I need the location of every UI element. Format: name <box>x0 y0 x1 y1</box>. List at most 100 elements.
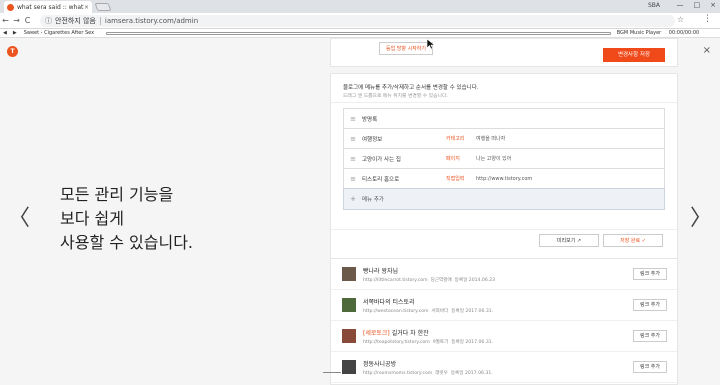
add-link-button[interactable]: 링크 추가 <box>633 268 667 280</box>
drag-handle-icon[interactable]: ≡ <box>344 175 362 183</box>
divider <box>331 229 677 230</box>
menu-subdescription: 드래그 앤 드롭으로 메뉴 위치를 변경할 수 있습니다. <box>343 94 448 99</box>
maximize-icon[interactable]: □ <box>694 1 701 9</box>
blog-url: http://roomsmoms.tistory.com <box>363 371 433 376</box>
prev-slide-icon[interactable]: 〈 <box>8 200 30 232</box>
blog-url: http://littlecarrot.tistory.com <box>363 278 428 283</box>
tistory-logo-icon[interactable]: T <box>7 46 18 57</box>
bookmark-star-icon[interactable]: ☆ <box>677 15 684 24</box>
menu-list: ≡ 방명록 ≡ 여행정보 카테고리 여행을 떠나자 ≡ 고양이가 사는 집 페이… <box>343 108 665 210</box>
admin-intro-page: T × 〈 〉 모든 관리 기능을 보다 쉽게 사용할 수 있습니다. 등업 방… <box>0 38 720 385</box>
blog-thumbnail <box>342 360 356 374</box>
blog-url: http://teapotstory.tistory.com <box>363 340 430 345</box>
new-tab-button[interactable] <box>94 3 112 11</box>
start-tooltip[interactable]: 등업 방향 시작하기 <box>379 42 433 55</box>
song-title: Sweet - Cigarettes After Sex <box>23 30 95 36</box>
next-track-icon[interactable]: ▶ <box>10 30 20 36</box>
blog-name[interactable]: [세로토크] 길거다 차 한잔 <box>363 328 429 337</box>
blog-title: 길거다 차 한잔 <box>391 330 429 337</box>
drag-handle-icon[interactable]: ≡ <box>344 115 362 123</box>
close-icon[interactable]: × <box>703 45 711 56</box>
blog-title: 서쪽바다의 티스토리 <box>363 299 415 306</box>
headline-line-1: 모든 관리 기능을 <box>60 185 174 204</box>
menu-description: 블로그에 메뉴를 추가/삭제하고 순서를 변경할 수 있습니다. <box>343 85 479 91</box>
browser-tab-bar: what sera said :: what s × SBA — □ × <box>0 0 720 13</box>
info-icon[interactable]: ⓘ <box>45 16 52 26</box>
blog-date: 등록일 2014.06.23 <box>454 278 496 283</box>
add-link-button[interactable]: 링크 추가 <box>633 330 667 342</box>
reload-icon[interactable]: C <box>22 16 33 25</box>
music-progress-bar[interactable] <box>105 31 611 35</box>
headline-line-3: 사용할 수 있습니다. <box>60 233 194 252</box>
window-close-icon[interactable]: × <box>710 1 716 9</box>
tistory-favicon-icon <box>7 3 14 11</box>
tab-title: what sera said :: what s <box>17 3 84 11</box>
back-icon[interactable]: ← <box>0 16 11 25</box>
list-item: 서쪽바다의 티스토리 http://westocean.tistory.com … <box>331 290 677 321</box>
blog-name[interactable]: 정동사니공방 <box>363 359 396 368</box>
menu-item[interactable]: ≡ 티스토리 홈으로 직접입력 http://www.tistory.com <box>343 168 665 188</box>
blog-url: http://westocean.tistory.com <box>363 309 429 314</box>
headline-line-2: 보다 쉽게 <box>60 209 124 228</box>
menu-item-name: 방명록 <box>362 116 378 123</box>
music-player-bar: ◀ ▶ Sweet - Cigarettes After Sex BGM Mus… <box>0 29 720 38</box>
blog-date: 등록일 2017.06.31. <box>451 340 494 345</box>
security-label[interactable]: 안전하지 않음 <box>55 16 96 26</box>
blog-thumbnail <box>342 298 356 312</box>
blog-name[interactable]: 서쪽바다의 티스토리 <box>363 297 415 306</box>
menu-item[interactable]: ≡ 여행정보 카테고리 여행을 떠나자 <box>343 128 665 148</box>
menu-item[interactable]: ≡ 방명록 <box>343 108 665 128</box>
save-changes-button[interactable]: 변경사항 저장 <box>603 48 665 62</box>
preview-button[interactable]: 미리보기 ↗ <box>539 234 599 247</box>
blog-meta: http://teapotstory.tistory.com 9월토기 등록일 … <box>363 339 493 345</box>
blog-title: 빵나라 왕자님 <box>363 268 399 275</box>
menu-item-type: 카테고리 <box>446 136 465 142</box>
browser-tab[interactable]: what sera said :: what s × <box>4 1 92 13</box>
prev-track-icon[interactable]: ◀ <box>0 30 10 36</box>
blog-owner: 서쪽바다 <box>431 309 449 314</box>
menu-item-value: 여행을 떠나자 <box>476 136 506 142</box>
blog-thumbnail <box>342 267 356 281</box>
tab-close-icon[interactable]: × <box>84 4 89 11</box>
list-item: [세로토크] 길거다 차 한잔 http://teapotstory.tisto… <box>331 321 677 352</box>
forward-icon[interactable]: → <box>11 16 22 25</box>
blog-thumbnail <box>342 329 356 343</box>
blog-name[interactable]: 빵나라 왕자님 <box>363 266 398 275</box>
menu-item-value: 나는 고양이 있어 <box>476 156 512 162</box>
apply-button[interactable]: 저장 완료 ✓ <box>603 234 663 247</box>
drag-handle-icon[interactable]: ≡ <box>344 155 362 163</box>
menu-item-type: 직접입력 <box>446 176 465 182</box>
blog-meta: http://westocean.tistory.com 서쪽바다 등록일 20… <box>363 308 493 314</box>
add-link-button[interactable]: 링크 추가 <box>633 361 667 373</box>
url-text[interactable]: iamsera.tistory.com/admin <box>105 17 198 25</box>
menu-item-name: 고양이가 사는 집 <box>362 156 401 163</box>
browser-menu-icon[interactable]: ⋮ <box>703 14 712 24</box>
add-menu-button[interactable]: + 메뉴 추가 <box>343 188 665 210</box>
blog-meta: http://littlecarrot.tistory.com 당근역할애 등록… <box>363 277 495 283</box>
minimize-icon[interactable]: — <box>677 1 684 9</box>
divider <box>331 102 677 103</box>
plus-icon: + <box>350 195 356 203</box>
next-slide-icon[interactable]: 〉 <box>690 200 712 232</box>
player-name: BGM Music Player <box>616 30 662 36</box>
mouse-cursor-icon <box>426 38 436 52</box>
blog-owner: 당근역할애 <box>430 278 452 283</box>
blog-owner: 래빗우 <box>435 371 448 376</box>
link-list-card: 빵나라 왕자님 http://littlecarrot.tistory.com … <box>330 258 678 385</box>
menu-item[interactable]: ≡ 고양이가 사는 집 페이지 나는 고양이 있어 <box>343 148 665 168</box>
blog-date: 등록일 2017.06.31. <box>451 309 494 314</box>
menu-item-value: http://www.tistory.com <box>476 175 533 182</box>
headline: 모든 관리 기능을 보다 쉽게 사용할 수 있습니다. <box>60 183 193 255</box>
drag-handle-icon[interactable]: ≡ <box>344 135 362 143</box>
blog-tag: [세로토크] <box>363 330 390 337</box>
list-item: 정동사니공방 http://roomsmoms.tistory.com 래빗우 … <box>331 352 677 383</box>
blog-owner: 9월토기 <box>432 340 449 345</box>
window-controls: — □ × <box>677 1 717 9</box>
list-item: 빵나라 왕자님 http://littlecarrot.tistory.com … <box>331 259 677 290</box>
menu-item-type: 페이지 <box>446 156 460 162</box>
profile-label[interactable]: SBA <box>648 2 660 9</box>
url-input[interactable]: ⓘ 안전하지 않음 iamsera.tistory.com/admin <box>40 15 675 27</box>
add-link-button[interactable]: 링크 추가 <box>633 299 667 311</box>
pointer-line <box>323 372 341 373</box>
address-bar: ← → C ⓘ 안전하지 않음 iamsera.tistory.com/admi… <box>0 13 720 29</box>
